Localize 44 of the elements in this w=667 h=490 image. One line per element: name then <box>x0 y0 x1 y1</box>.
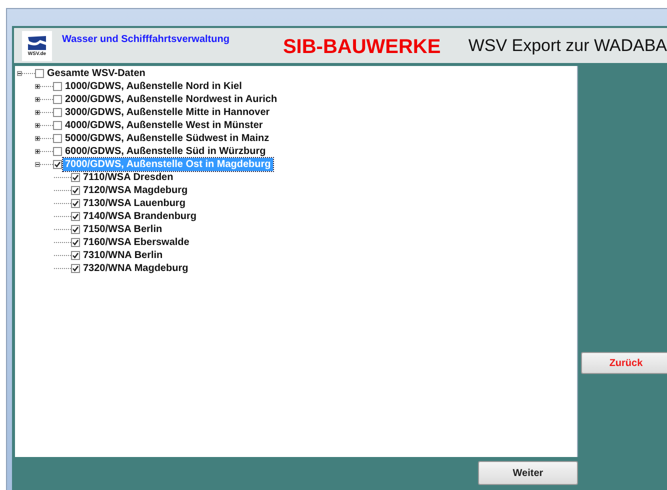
checkbox[interactable] <box>71 199 80 208</box>
checkbox[interactable] <box>53 147 62 156</box>
checkbox[interactable] <box>53 160 62 169</box>
next-button[interactable]: Weiter <box>478 461 578 485</box>
tree-item[interactable]: 5000/GDWS, Außenstelle Südwest in Mainz <box>63 132 272 145</box>
expand-icon[interactable] <box>35 149 40 154</box>
checkbox[interactable] <box>71 264 80 273</box>
tree-item[interactable]: 4000/GDWS, Außenstelle West in Münster <box>63 119 265 132</box>
tree-item[interactable]: 7320/WNA Magdeburg <box>81 262 190 275</box>
tree-item[interactable]: 2000/GDWS, Außenstelle Nordwest in Aurich <box>63 93 280 106</box>
checkbox[interactable] <box>71 238 80 247</box>
tree-item[interactable]: Gesamte WSV-Daten <box>45 67 148 80</box>
agency-name: Wasser und Schifffahrtsverwaltung <box>62 34 230 45</box>
checkbox[interactable] <box>71 225 80 234</box>
expand-icon[interactable] <box>35 84 40 89</box>
tree-item[interactable]: 7160/WSA Eberswalde <box>81 236 192 249</box>
collapse-icon[interactable] <box>35 162 40 167</box>
tree-item[interactable]: 1000/GDWS, Außenstelle Nord in Kiel <box>63 80 244 93</box>
checkbox[interactable] <box>71 173 80 182</box>
tree-item[interactable]: 7310/WNA Berlin <box>81 249 165 262</box>
collapse-icon[interactable] <box>17 71 22 76</box>
checkbox[interactable] <box>53 95 62 104</box>
expand-icon[interactable] <box>35 136 40 141</box>
tree-item[interactable]: 7120/WSA Magdeburg <box>81 184 190 197</box>
wave-logo-icon <box>27 34 47 50</box>
tree-item[interactable]: 3000/GDWS, Außenstelle Mitte in Hannover <box>63 106 272 119</box>
checkbox[interactable] <box>53 121 62 130</box>
subtitle: WSV Export zur WADABA <box>468 36 667 56</box>
expand-icon[interactable] <box>35 123 40 128</box>
tree-item[interactable]: 7130/WSA Lauenburg <box>81 197 188 210</box>
checkbox[interactable] <box>35 69 44 78</box>
tree-item[interactable]: 7150/WSA Berlin <box>81 223 164 236</box>
tree-item[interactable]: 7110/WSA Dresden <box>81 171 176 184</box>
app-title: SIB-BAUWERKE <box>282 36 442 59</box>
expand-icon[interactable] <box>35 110 40 115</box>
checkbox[interactable] <box>53 108 62 117</box>
checkbox[interactable] <box>71 212 80 221</box>
checkbox[interactable] <box>71 251 80 260</box>
checkbox[interactable] <box>53 82 62 91</box>
checkbox[interactable] <box>53 134 62 143</box>
checkbox[interactable] <box>71 186 80 195</box>
tree-item[interactable]: 6000/GDWS, Außenstelle Süd in Würzburg <box>63 145 268 158</box>
expand-icon[interactable] <box>35 97 40 102</box>
tree-item[interactable]: 7140/WSA Brandenburg <box>81 210 199 223</box>
